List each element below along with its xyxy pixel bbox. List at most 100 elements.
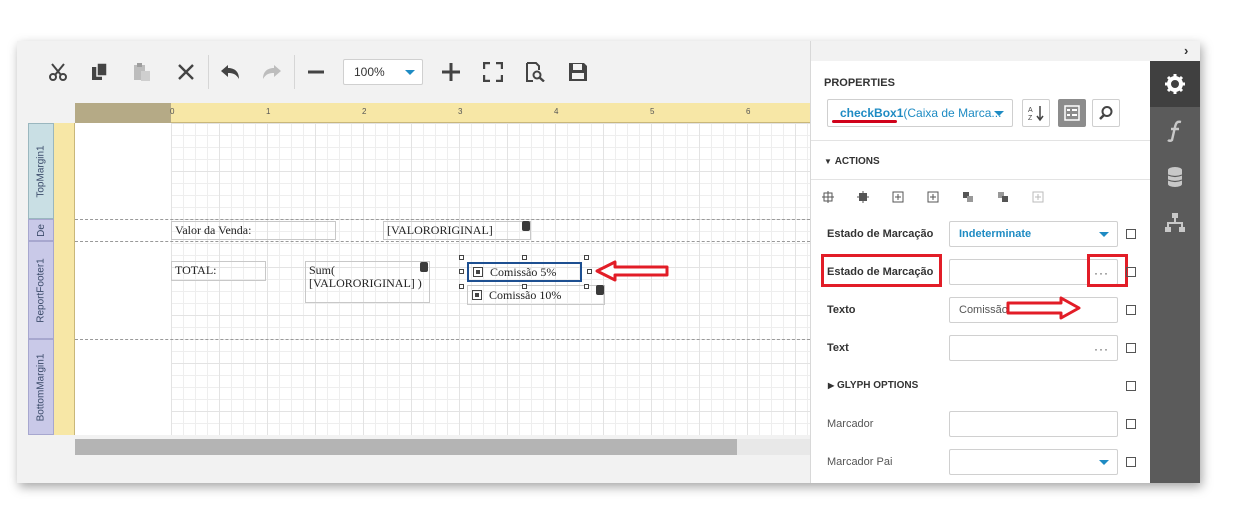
align-icon[interactable] [819,189,837,205]
band-tab-report-footer[interactable]: ReportFooter1 [28,241,54,339]
ruler-number: 0 [170,107,175,116]
resize-handle[interactable] [584,255,589,260]
text-input[interactable]: ··· [949,335,1118,361]
object-name: checkBox1 [840,106,904,120]
checkbox-glyph [472,290,482,300]
report-page[interactable]: Valor da Venda: [VALORORIGINAL] TOTAL: S… [75,123,810,435]
band-tab-top-margin[interactable]: TopMargin1 [28,123,54,219]
paste-icon[interactable] [129,59,155,85]
resize-handle[interactable] [522,255,527,260]
estado-marcacao-binding-label: Estado de Marcação [827,266,934,278]
object-type: (Caixa de Marca... [903,106,1002,120]
ruler-number: 2 [362,107,367,116]
property-marker-checkbox[interactable] [1126,381,1136,391]
cut-icon[interactable] [45,59,71,85]
chevron-down-icon [1099,232,1109,237]
property-marker-checkbox[interactable] [1126,343,1136,353]
field-valor-original[interactable]: [VALORORIGINAL] [383,221,531,240]
property-marker-checkbox[interactable] [1126,419,1136,429]
search-button[interactable] [1092,99,1120,127]
property-marker-checkbox[interactable] [1126,457,1136,467]
band-tab-detail[interactable]: De [28,219,54,241]
chevron-right-icon[interactable]: › [1184,43,1188,58]
zoom-value: 100% [354,65,385,79]
property-marker-checkbox[interactable] [1126,229,1136,239]
gear-icon[interactable] [1150,61,1200,107]
resize-handle[interactable] [459,269,464,274]
resize-handle[interactable] [459,255,464,260]
object-selector[interactable]: checkBox1 (Caixa de Marca... [827,99,1013,127]
design-surface[interactable]: 0 1 2 3 4 5 6 TopMargin1 De ReportFooter… [17,103,810,483]
function-icon[interactable] [1150,108,1200,154]
checkbox-label: Comissão 10% [489,287,562,302]
ellipsis-button[interactable]: ··· [1094,342,1109,356]
text-label: Text [827,342,849,354]
glyph-options-section-header[interactable]: ▶ GLYPH OPTIONS [828,380,918,391]
horizontal-scrollbar[interactable] [75,439,810,455]
resize-handle[interactable] [522,284,527,289]
hierarchy-icon[interactable] [1150,200,1200,246]
band-tabs: TopMargin1 De ReportFooter1 BottomMargin… [28,123,54,435]
size-icon[interactable] [854,189,872,205]
marcador-label: Marcador [827,418,874,430]
delete-icon[interactable] [173,59,199,85]
marcador-input[interactable] [949,411,1118,437]
property-marker-checkbox[interactable] [1126,305,1136,315]
band-tab-bottom-margin[interactable]: BottomMargin1 [28,339,54,435]
ruler-number: 6 [746,107,751,116]
chevron-down-icon [994,111,1004,116]
center-horizontal-icon[interactable] [889,189,907,205]
preview-icon[interactable] [522,59,548,85]
fit-icon[interactable] [480,59,506,85]
bring-front-icon[interactable] [959,189,977,205]
categories-icon [1064,105,1080,121]
save-icon[interactable] [565,59,591,85]
label-valor-venda[interactable]: Valor da Venda: [171,221,336,240]
marcador-pai-label: Marcador Pai [827,456,893,468]
estado-marcacao-select[interactable]: Indeterminate [949,221,1118,247]
highlight-box [1087,254,1128,287]
ruler-number: 3 [458,107,463,116]
zoom-select[interactable]: 100% [343,59,423,85]
chevron-down-icon [405,70,415,75]
estado-marcacao-value: Indeterminate [959,228,1032,240]
vertical-ruler [54,123,75,435]
actions-toolbar [819,189,1059,205]
properties-panel: PROPERTIES checkBox1 (Caixa de Marca... … [810,41,1151,483]
actions-section-header[interactable]: ▼ ACTIONS [824,156,880,167]
ruler-number: 5 [650,107,655,116]
toolbar: 100% [17,41,810,103]
undo-icon[interactable] [217,59,243,85]
database-field-icon [596,285,604,295]
send-back-icon[interactable] [994,189,1012,205]
database-icon[interactable] [1150,154,1200,200]
marcador-pai-select[interactable] [949,449,1118,475]
annotation-arrow-left-icon [595,260,669,282]
svg-text:A: A [1028,107,1033,114]
svg-text:Z: Z [1028,115,1033,122]
database-field-icon [420,262,428,272]
resize-handle[interactable] [587,269,592,274]
sort-alphabetical-button[interactable]: AZ [1022,99,1050,127]
annotation-arrow-right-icon [1006,296,1081,320]
zoom-out-icon[interactable] [303,59,329,85]
zoom-in-icon[interactable] [438,59,464,85]
sum-line-2: [VALORORIGINAL] ) [309,276,422,290]
resize-handle[interactable] [459,284,464,289]
scrollbar-thumb[interactable] [75,439,737,455]
panel-tab-strip [1150,41,1200,483]
chevron-down-icon [1099,460,1109,465]
property-marker-checkbox[interactable] [1126,267,1136,277]
checkbox-comissao-5[interactable]: Comissão 5% [467,262,582,282]
texto-label: Texto [827,304,856,316]
field-sum[interactable]: Sum( [VALORORIGINAL] ) [305,261,430,303]
search-icon [1099,106,1113,120]
redo-icon[interactable] [259,59,285,85]
resize-handle[interactable] [584,284,589,289]
center-vertical-icon[interactable] [924,189,942,205]
database-field-icon [522,221,530,231]
categorized-view-button[interactable] [1058,99,1086,127]
copy-icon[interactable] [87,59,113,85]
sort-az-icon: AZ [1028,106,1044,122]
label-total[interactable]: TOTAL: [171,261,266,281]
